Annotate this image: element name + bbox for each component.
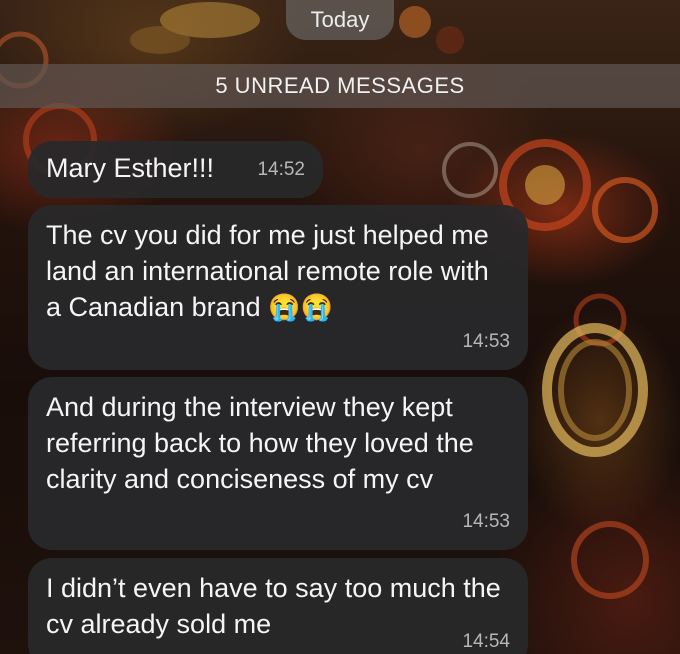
message-time: 14:53 [462, 511, 510, 532]
message-text: The cv you did for me just helped me lan… [46, 217, 510, 325]
message-text: And during the interview they kept refer… [46, 392, 474, 494]
crying-face-emoji: 😭😭 [268, 292, 333, 322]
message-bubble[interactable]: Mary Esther!!! 14:52 [28, 141, 323, 198]
message-text: I didn’t even have to say too much the c… [46, 573, 501, 639]
date-chip: Today [286, 0, 394, 40]
message-bubble[interactable]: I didn’t even have to say too much the c… [28, 558, 528, 654]
chat-screen: Today 5 UNREAD MESSAGES Mary Esther!!! 1… [0, 0, 680, 654]
message-time: 14:52 [257, 159, 305, 180]
message-time: 14:53 [462, 331, 510, 352]
message-bubble[interactable]: The cv you did for me just helped me lan… [28, 205, 528, 370]
unread-messages-banner: 5 UNREAD MESSAGES [0, 64, 680, 108]
message-time: 14:54 [462, 631, 510, 652]
message-bubble[interactable]: And during the interview they kept refer… [28, 377, 528, 550]
